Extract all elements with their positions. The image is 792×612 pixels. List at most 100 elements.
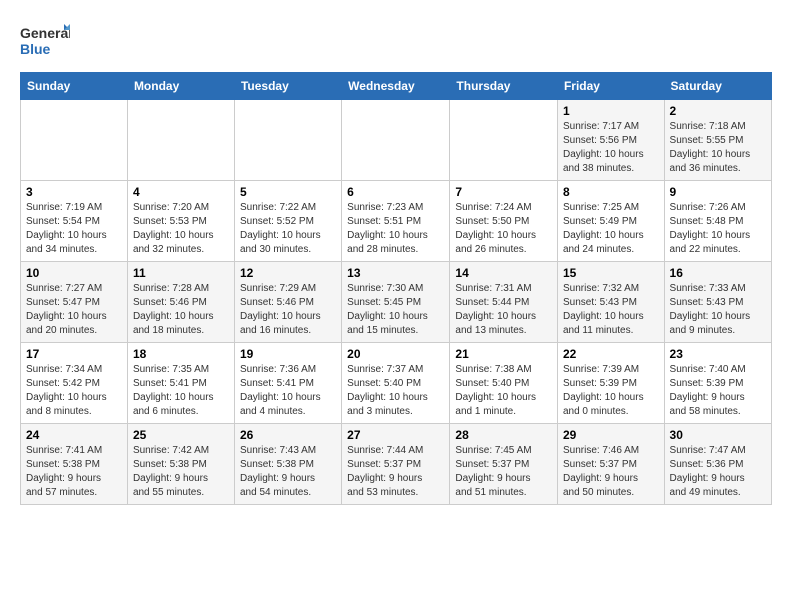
- day-info: Sunrise: 7:39 AM Sunset: 5:39 PM Dayligh…: [563, 363, 659, 419]
- calendar-cell: 30 Sunrise: 7:47 AM Sunset: 5:36 PM Dayli…: [664, 424, 771, 505]
- svg-text:Blue: Blue: [20, 41, 51, 57]
- calendar-cell: 2 Sunrise: 7:18 AM Sunset: 5:55 PM Daylig…: [664, 100, 771, 181]
- weekday-header-saturday: Saturday: [664, 73, 771, 100]
- day-number: 2: [670, 104, 766, 118]
- day-info: Sunrise: 7:31 AM Sunset: 5:44 PM Dayligh…: [455, 282, 552, 338]
- day-info: Sunrise: 7:37 AM Sunset: 5:40 PM Dayligh…: [347, 363, 444, 419]
- svg-text:General: General: [20, 25, 70, 41]
- weekday-header-wednesday: Wednesday: [342, 73, 450, 100]
- calendar-cell: 4 Sunrise: 7:20 AM Sunset: 5:53 PM Daylig…: [127, 181, 234, 262]
- calendar-cell: 18 Sunrise: 7:35 AM Sunset: 5:41 PM Dayli…: [127, 343, 234, 424]
- calendar-cell: 15 Sunrise: 7:32 AM Sunset: 5:43 PM Dayli…: [557, 262, 664, 343]
- day-number: 1: [563, 104, 659, 118]
- day-number: 26: [240, 428, 336, 442]
- calendar-cell: 9Sunrise: 7:26 AM Sunset: 5:48 PM Daylig…: [664, 181, 771, 262]
- day-number: 4: [133, 185, 229, 199]
- logo-svg: General Blue: [20, 20, 70, 62]
- day-info: Sunrise: 7:18 AM Sunset: 5:55 PM Dayligh…: [670, 120, 766, 176]
- day-info: Sunrise: 7:45 AM Sunset: 5:37 PM Dayligh…: [455, 444, 552, 500]
- calendar-cell: 23 Sunrise: 7:40 AM Sunset: 5:39 PM Dayli…: [664, 343, 771, 424]
- calendar-cell: 8 Sunrise: 7:25 AM Sunset: 5:49 PM Daylig…: [557, 181, 664, 262]
- calendar-cell: [450, 100, 558, 181]
- day-info: Sunrise: 7:34 AM Sunset: 5:42 PM Dayligh…: [26, 363, 122, 419]
- calendar-cell: [127, 100, 234, 181]
- day-info: Sunrise: 7:46 AM Sunset: 5:37 PM Dayligh…: [563, 444, 659, 500]
- day-info: Sunrise: 7:20 AM Sunset: 5:53 PM Dayligh…: [133, 201, 229, 257]
- day-info: Sunrise: 7:32 AM Sunset: 5:43 PM Dayligh…: [563, 282, 659, 338]
- day-number: 12: [240, 266, 336, 280]
- day-info: Sunrise: 7:43 AM Sunset: 5:38 PM Dayligh…: [240, 444, 336, 500]
- week-row-2: 3 Sunrise: 7:19 AM Sunset: 5:54 PM Daylig…: [21, 181, 772, 262]
- day-info: Sunrise: 7:41 AM Sunset: 5:38 PM Dayligh…: [26, 444, 122, 500]
- week-row-1: 1 Sunrise: 7:17 AM Sunset: 5:56 PM Daylig…: [21, 100, 772, 181]
- day-info: Sunrise: 7:33 AM Sunset: 5:43 PM Dayligh…: [670, 282, 766, 338]
- day-number: 27: [347, 428, 444, 442]
- day-info: Sunrise: 7:24 AM Sunset: 5:50 PM Dayligh…: [455, 201, 552, 257]
- calendar-cell: [21, 100, 128, 181]
- day-info: Sunrise: 7:26 AM Sunset: 5:48 PM Dayligh…: [670, 201, 766, 257]
- calendar-cell: 10 Sunrise: 7:27 AM Sunset: 5:47 PM Dayli…: [21, 262, 128, 343]
- day-number: 21: [455, 347, 552, 361]
- weekday-header-friday: Friday: [557, 73, 664, 100]
- weekday-header-thursday: Thursday: [450, 73, 558, 100]
- day-info: Sunrise: 7:36 AM Sunset: 5:41 PM Dayligh…: [240, 363, 336, 419]
- calendar-cell: 25 Sunrise: 7:42 AM Sunset: 5:38 PM Dayli…: [127, 424, 234, 505]
- page-header: General Blue: [20, 20, 772, 62]
- day-number: 13: [347, 266, 444, 280]
- week-row-4: 17 Sunrise: 7:34 AM Sunset: 5:42 PM Dayli…: [21, 343, 772, 424]
- day-info: Sunrise: 7:19 AM Sunset: 5:54 PM Dayligh…: [26, 201, 122, 257]
- day-number: 19: [240, 347, 336, 361]
- day-number: 24: [26, 428, 122, 442]
- calendar-cell: 19 Sunrise: 7:36 AM Sunset: 5:41 PM Dayli…: [234, 343, 341, 424]
- logo: General Blue: [20, 20, 70, 62]
- day-info: Sunrise: 7:28 AM Sunset: 5:46 PM Dayligh…: [133, 282, 229, 338]
- weekday-header-tuesday: Tuesday: [234, 73, 341, 100]
- calendar-cell: 3 Sunrise: 7:19 AM Sunset: 5:54 PM Daylig…: [21, 181, 128, 262]
- calendar-cell: 11Sunrise: 7:28 AM Sunset: 5:46 PM Dayli…: [127, 262, 234, 343]
- day-number: 8: [563, 185, 659, 199]
- day-info: Sunrise: 7:38 AM Sunset: 5:40 PM Dayligh…: [455, 363, 552, 419]
- day-info: Sunrise: 7:40 AM Sunset: 5:39 PM Dayligh…: [670, 363, 766, 419]
- calendar-cell: 13 Sunrise: 7:30 AM Sunset: 5:45 PM Dayli…: [342, 262, 450, 343]
- day-info: Sunrise: 7:27 AM Sunset: 5:47 PM Dayligh…: [26, 282, 122, 338]
- calendar-cell: 24 Sunrise: 7:41 AM Sunset: 5:38 PM Dayli…: [21, 424, 128, 505]
- day-info: Sunrise: 7:25 AM Sunset: 5:49 PM Dayligh…: [563, 201, 659, 257]
- calendar-cell: [342, 100, 450, 181]
- day-number: 22: [563, 347, 659, 361]
- day-number: 16: [670, 266, 766, 280]
- day-info: Sunrise: 7:42 AM Sunset: 5:38 PM Dayligh…: [133, 444, 229, 500]
- day-number: 10: [26, 266, 122, 280]
- weekday-header-sunday: Sunday: [21, 73, 128, 100]
- day-info: Sunrise: 7:23 AM Sunset: 5:51 PM Dayligh…: [347, 201, 444, 257]
- day-number: 25: [133, 428, 229, 442]
- day-number: 17: [26, 347, 122, 361]
- day-number: 6: [347, 185, 444, 199]
- day-info: Sunrise: 7:44 AM Sunset: 5:37 PM Dayligh…: [347, 444, 444, 500]
- calendar-cell: 26 Sunrise: 7:43 AM Sunset: 5:38 PM Dayli…: [234, 424, 341, 505]
- day-info: Sunrise: 7:47 AM Sunset: 5:36 PM Dayligh…: [670, 444, 766, 500]
- calendar-cell: 6 Sunrise: 7:23 AM Sunset: 5:51 PM Daylig…: [342, 181, 450, 262]
- calendar-cell: 29 Sunrise: 7:46 AM Sunset: 5:37 PM Dayli…: [557, 424, 664, 505]
- weekday-header-monday: Monday: [127, 73, 234, 100]
- calendar-cell: [234, 100, 341, 181]
- day-number: 15: [563, 266, 659, 280]
- calendar-cell: 27 Sunrise: 7:44 AM Sunset: 5:37 PM Dayli…: [342, 424, 450, 505]
- calendar-cell: 16 Sunrise: 7:33 AM Sunset: 5:43 PM Dayli…: [664, 262, 771, 343]
- day-number: 29: [563, 428, 659, 442]
- calendar-cell: 22 Sunrise: 7:39 AM Sunset: 5:39 PM Dayli…: [557, 343, 664, 424]
- calendar-cell: 1 Sunrise: 7:17 AM Sunset: 5:56 PM Daylig…: [557, 100, 664, 181]
- calendar-cell: 14Sunrise: 7:31 AM Sunset: 5:44 PM Dayli…: [450, 262, 558, 343]
- day-number: 23: [670, 347, 766, 361]
- day-number: 20: [347, 347, 444, 361]
- day-number: 5: [240, 185, 336, 199]
- day-info: Sunrise: 7:17 AM Sunset: 5:56 PM Dayligh…: [563, 120, 659, 176]
- day-number: 3: [26, 185, 122, 199]
- day-info: Sunrise: 7:35 AM Sunset: 5:41 PM Dayligh…: [133, 363, 229, 419]
- week-row-3: 10 Sunrise: 7:27 AM Sunset: 5:47 PM Dayli…: [21, 262, 772, 343]
- day-number: 30: [670, 428, 766, 442]
- day-number: 18: [133, 347, 229, 361]
- day-info: Sunrise: 7:30 AM Sunset: 5:45 PM Dayligh…: [347, 282, 444, 338]
- calendar-cell: 12Sunrise: 7:29 AM Sunset: 5:46 PM Dayli…: [234, 262, 341, 343]
- calendar-cell: 28Sunrise: 7:45 AM Sunset: 5:37 PM Dayli…: [450, 424, 558, 505]
- week-row-5: 24 Sunrise: 7:41 AM Sunset: 5:38 PM Dayli…: [21, 424, 772, 505]
